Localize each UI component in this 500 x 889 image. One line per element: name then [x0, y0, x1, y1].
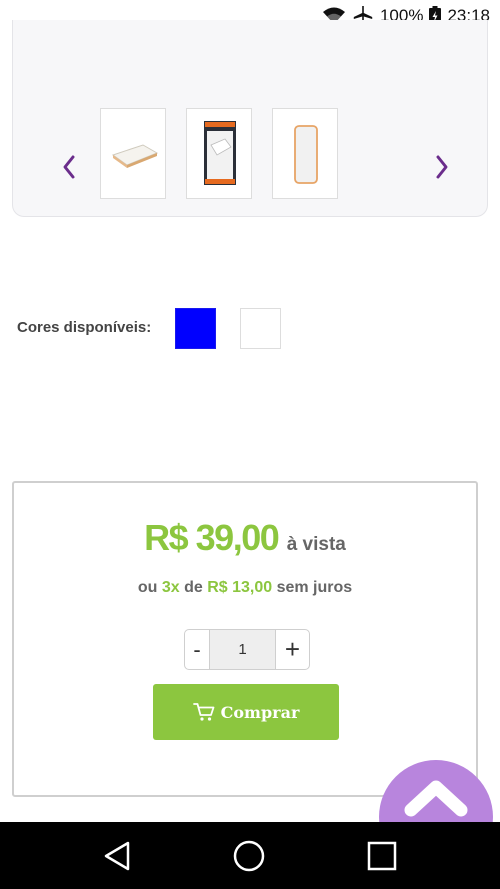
- power-bank-flat-image: [111, 144, 159, 168]
- home-button[interactable]: [231, 838, 267, 874]
- cart-icon: [192, 703, 215, 721]
- power-bank-upright-image: [294, 125, 318, 184]
- price: R$ 39,00: [144, 517, 280, 558]
- available-colors: Cores disponíveis:: [17, 308, 317, 349]
- quantity-increase-button[interactable]: +: [275, 630, 309, 669]
- buy-button-label: Comprar: [220, 702, 300, 722]
- color-swatch-blue[interactable]: [175, 308, 216, 349]
- purchase-box: R$ 39,00 à vista ou 3x de R$ 13,00 sem j…: [12, 481, 478, 797]
- recents-button[interactable]: [364, 838, 400, 874]
- buy-button[interactable]: Comprar: [153, 684, 339, 740]
- installments-prefix: ou: [137, 579, 158, 596]
- installments-mid: de: [184, 579, 203, 596]
- colors-label: Cores disponíveis:: [17, 319, 152, 336]
- product-thumbnail-3[interactable]: [272, 108, 338, 199]
- gallery-prev-button[interactable]: [57, 152, 81, 182]
- navigation-bar: [0, 822, 500, 889]
- installments-suffix: sem juros: [276, 579, 353, 596]
- chevron-left-icon: [63, 155, 75, 179]
- price-suffix: à vista: [286, 534, 346, 555]
- installments-count: 3x: [161, 579, 180, 596]
- quantity-input[interactable]: [209, 630, 275, 669]
- color-swatch-white[interactable]: [240, 308, 281, 349]
- home-icon: [233, 840, 265, 872]
- product-thumbnail-2[interactable]: [186, 108, 252, 199]
- installment-value: R$ 13,00: [207, 579, 273, 596]
- recents-icon: [367, 841, 397, 871]
- quantity-stepper: - +: [184, 629, 310, 670]
- gallery-next-button[interactable]: [430, 152, 454, 182]
- back-icon: [104, 841, 130, 871]
- chevron-right-icon: [436, 155, 448, 179]
- power-bank-package-image: [204, 121, 236, 185]
- quantity-decrease-button[interactable]: -: [185, 630, 209, 669]
- installments-text: ou 3x de R$ 13,00 sem juros: [14, 579, 476, 597]
- product-thumbnail-1[interactable]: [100, 108, 166, 199]
- back-button[interactable]: [100, 838, 136, 874]
- product-gallery: [12, 20, 488, 217]
- price-line: R$ 39,00 à vista: [14, 517, 476, 559]
